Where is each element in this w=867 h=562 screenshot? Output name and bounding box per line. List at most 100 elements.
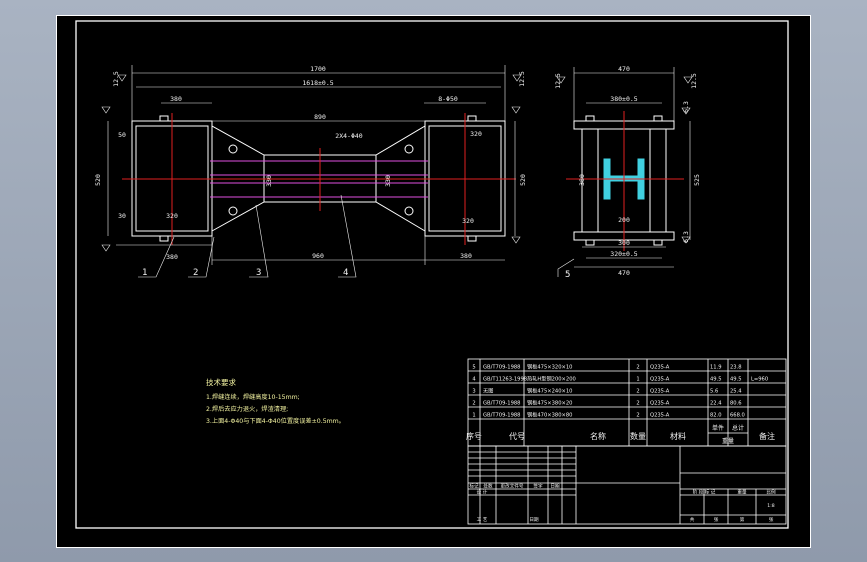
- tol-triangle-left-bottom: [101, 244, 111, 252]
- parts-cell-total: 668.0: [730, 413, 745, 419]
- dim-left-top: 380: [170, 95, 182, 103]
- main-dim-labels: 1700 1618±0.5 380 8-Φ50 890 2X4-Φ40 520 …: [94, 65, 527, 261]
- dim-web-right: 330: [384, 175, 392, 187]
- side-dim-inner-width: 380±0.5: [610, 95, 637, 103]
- dim-small-a: 50: [118, 131, 126, 139]
- header-code: 代号: [509, 431, 525, 441]
- parts-cell-total: 23.8: [730, 365, 742, 371]
- balloon-4: 4: [343, 268, 348, 278]
- main-dimension-lines: [101, 65, 522, 278]
- parts-cell-material: Q235-A: [650, 377, 670, 383]
- tol-left: 12.5: [112, 71, 120, 87]
- tb-label-sign: 签字: [533, 483, 543, 490]
- header-unit: 单件: [712, 424, 724, 432]
- header-qty: 数量: [630, 431, 646, 441]
- parts-cell-no: 5: [472, 365, 475, 371]
- parts-cell-qty: 2: [636, 365, 639, 371]
- tb-date: 日期: [529, 517, 539, 523]
- tb-design: 设 计: [477, 489, 488, 496]
- dim-right-small: 320: [470, 130, 482, 138]
- side-tol-a-label: 12.5: [554, 73, 562, 89]
- tb-label-change: 更改文件号: [501, 483, 524, 490]
- parts-cell-material: Q235-A: [650, 389, 670, 395]
- dim-web-left: 330: [265, 175, 273, 187]
- side-dim-web: 380: [578, 174, 586, 186]
- header-total: 总计: [732, 424, 744, 432]
- parts-table: 5 GB/T709-1988 钢板475×320×10 2 Q235-A 11.9 23.8…: [466, 358, 787, 447]
- tech-note-3: 3.上面4-Φ40与下面4-Φ40位置度误差±0.5mm。: [206, 417, 345, 425]
- dim-left-bottom: 380: [166, 253, 178, 261]
- hole-bottom-left: [228, 206, 238, 216]
- centerlines-main: [122, 113, 516, 245]
- leader-3: [249, 204, 269, 278]
- parts-cell-qty: 2: [636, 401, 639, 407]
- upper-taper-line: [211, 125, 426, 156]
- cad-drawing-canvas: 1700 1618±0.5 380 8-Φ50 890 2X4-Φ40 520 …: [56, 15, 811, 548]
- lower-taper-line: [211, 201, 426, 232]
- side-tab-bl: [585, 239, 595, 246]
- parts-cell-qty: 2: [636, 413, 639, 419]
- tb-process: 工 艺: [477, 517, 488, 523]
- tb-weight: 重量: [737, 489, 747, 496]
- parts-cell-name: 钢板475×380×20: [527, 399, 572, 407]
- tab-bottom-right: [467, 235, 477, 242]
- dim-flange-left: 320: [166, 212, 178, 220]
- hole-top-left: [228, 144, 238, 154]
- header-no: 序号: [466, 431, 482, 441]
- parts-cell-name: 钢板475×320×10: [527, 363, 572, 371]
- hole-bottom-right: [404, 206, 414, 216]
- tab-bottom-left: [159, 235, 169, 242]
- tb-label-count: 处数: [483, 483, 493, 490]
- side-dim-bottom-width: 300: [618, 239, 630, 247]
- parts-cell-no: 1: [472, 413, 475, 419]
- parts-cell-total: 49.5: [730, 377, 742, 383]
- tab-top-right: [467, 115, 477, 122]
- tb-label-date: 日期: [550, 484, 560, 490]
- side-dim-labels: 470 380±0.5 525 300 320±0.5 470 200 380 …: [554, 65, 701, 277]
- header-material: 材料: [670, 431, 686, 441]
- header-name: 名称: [590, 431, 606, 441]
- side-dim-mid: 200: [618, 216, 630, 224]
- header-weight: 重量: [722, 437, 734, 445]
- tb-label-mark: 标记: [469, 483, 479, 490]
- parts-cell-unit: 22.4: [710, 401, 722, 407]
- part-balloons: 1 2 3 4: [142, 268, 348, 278]
- dim-small-b: 30: [118, 212, 126, 220]
- side-dim-height-label: 525: [693, 174, 701, 186]
- parts-cell-material: Q235-A: [650, 365, 670, 371]
- parts-cell-unit: 5.6: [710, 389, 718, 395]
- title-block-text: 标记 处数 更改文件号 签字 日期 设 计 工 艺 日期 阶 段 标 记 重量 …: [469, 483, 776, 524]
- parts-cell-code: GB/T709-1988: [483, 413, 520, 419]
- tb-sheet-c: 第: [740, 516, 745, 523]
- side-tab-br: [653, 239, 663, 246]
- parts-cell-total: 80.6: [730, 401, 742, 407]
- side-tol-d-label: 6.3: [682, 231, 690, 243]
- side-dim-bottom-total: 470: [618, 269, 630, 277]
- parts-cell-material: Q235-A: [650, 401, 670, 407]
- parts-cell-name: 钢板470×380×80: [527, 411, 572, 419]
- parts-cell-unit: 49.5: [710, 377, 722, 383]
- tech-notes: 技术要求 1.焊缝连续，焊缝高度10-15mm; 2.焊后去应力退火，焊渣清理;…: [206, 377, 345, 425]
- side-tab-tl: [585, 115, 595, 122]
- dim-holes: 2X4-Φ40: [335, 132, 362, 140]
- dim-flange-right: 320: [462, 217, 474, 225]
- leader-2: [188, 236, 215, 278]
- balloon-2: 2: [193, 268, 198, 278]
- drawing-svg: 1700 1618±0.5 380 8-Φ50 890 2X4-Φ40 520 …: [56, 15, 811, 548]
- parts-cell-code: GB/T11263-1998: [483, 377, 527, 383]
- parts-cell-material: Q235-A: [650, 413, 670, 419]
- dim-left-h: 520: [94, 174, 102, 186]
- parts-table-header: 序号 代号 名称 数量 材料 单件 总计 重量 备注: [466, 424, 775, 445]
- parts-cell-unit: 82.0: [710, 413, 722, 419]
- tol-triangle-right: [511, 106, 521, 114]
- tb-scale: 比例: [766, 489, 776, 496]
- dim-center-bottom: 960: [312, 252, 324, 260]
- tech-note-2: 2.焊后去应力退火，焊渣清理;: [206, 405, 288, 413]
- header-remark: 备注: [759, 431, 775, 441]
- parts-cell-no: 3: [472, 389, 475, 395]
- tb-stage: 阶 段 标 记: [693, 489, 716, 496]
- parts-cell-no: 4: [472, 377, 476, 383]
- tol-triangle-right-bottom: [511, 236, 521, 244]
- parts-cell-no: 2: [472, 401, 475, 407]
- parts-cell-name: 热轧H型钢200×200: [527, 375, 576, 383]
